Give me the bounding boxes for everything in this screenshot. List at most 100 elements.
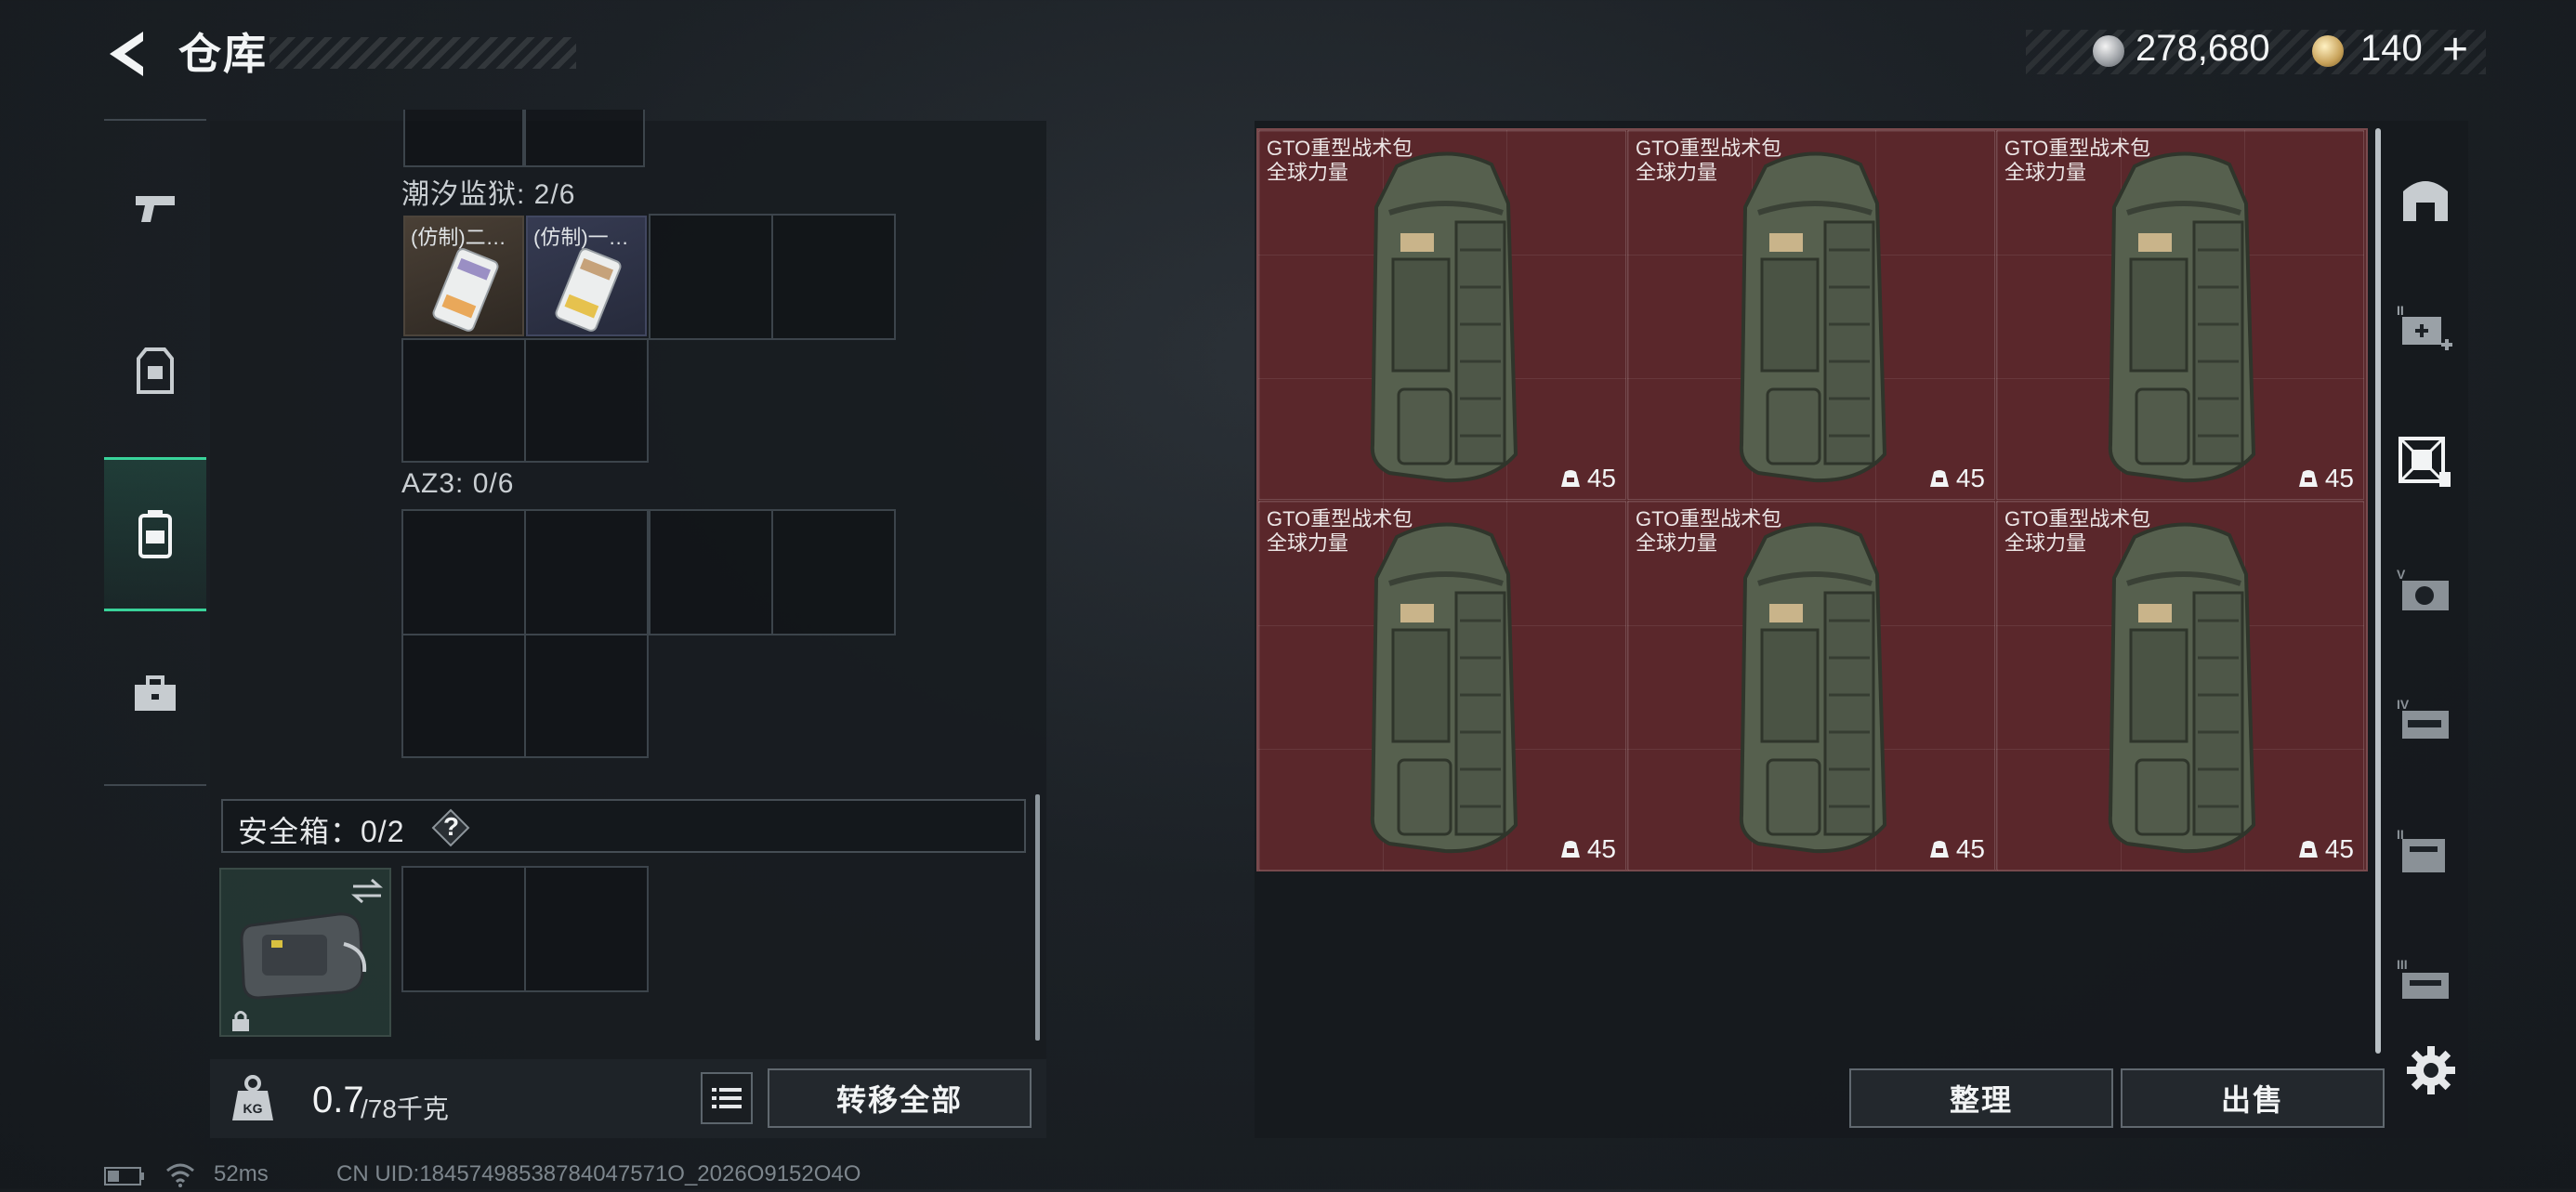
keycard-item-2[interactable]: (仿制)一…: [526, 216, 647, 336]
stash-tab-3[interactable]: II: [2388, 810, 2463, 894]
backpack-capacity-icon: [1560, 470, 1580, 487]
tab-armor[interactable]: [104, 320, 206, 422]
tab-backpacks[interactable]: [104, 457, 206, 611]
container-slot[interactable]: [401, 634, 526, 758]
container-slot[interactable]: [649, 214, 773, 340]
stash-1-icon: III: [2397, 957, 2449, 999]
backpack-capacity-icon: [2298, 841, 2318, 858]
weight-capacity: /78千克: [361, 1094, 449, 1123]
container-slot[interactable]: [771, 509, 896, 635]
tab-tools[interactable]: [104, 643, 206, 745]
storage-item-card[interactable]: GTO重型战术包 全球力量 45: [1258, 501, 1626, 871]
backpack-item-icon: [1370, 522, 1518, 854]
storage-scrollbar[interactable]: [2375, 128, 2381, 1054]
list-icon: [712, 1088, 742, 1108]
page-title: 仓库: [178, 30, 268, 78]
silver-balance: 278,680: [2136, 28, 2270, 69]
home-stash-icon: [2403, 181, 2448, 221]
tide-prison-label: 潮汐监狱: 2/6: [401, 179, 576, 210]
item-capacity: 45: [1586, 834, 1616, 863]
keycard-icon: [555, 248, 622, 332]
item-name: GTO重型战术包: [1636, 137, 1782, 160]
stash-tab-active[interactable]: [2388, 420, 2463, 504]
stash-5-icon: V: [2397, 567, 2449, 610]
safebox-case-slot[interactable]: [219, 868, 391, 1037]
backpack-item-icon: [1739, 151, 1887, 483]
stash-active-icon: [2399, 437, 2451, 487]
gear-icon: [2407, 1046, 2455, 1094]
help-mark: ?: [443, 812, 460, 841]
item-subtitle: 全球力量: [2004, 161, 2087, 184]
stash-4-icon: IV: [2397, 697, 2449, 739]
backpack-capacity-icon: [2298, 470, 2318, 487]
safebox-label: 安全箱：0/2: [238, 815, 405, 848]
add-gold-button[interactable]: +: [2442, 24, 2468, 75]
item-name: GTO重型战术包: [1267, 507, 1413, 531]
storage-item-card[interactable]: GTO重型战术包 全球力量 45: [1627, 130, 1995, 500]
keycard-item-1[interactable]: (仿制)二…: [403, 216, 524, 336]
item-capacity: 45: [1955, 834, 1985, 863]
settings-button[interactable]: [2405, 1044, 2457, 1096]
list-view-button[interactable]: [701, 1072, 753, 1124]
backpack-item-icon: [1739, 522, 1887, 854]
item-capacity: 45: [2324, 834, 2354, 863]
item-subtitle: 全球力量: [1267, 161, 1349, 184]
stash-tab-4[interactable]: IV: [2388, 680, 2463, 764]
storage-item-card[interactable]: GTO重型战术包 全球力量 45: [1996, 501, 2364, 871]
az3-label: AZ3: 0/6: [401, 468, 515, 499]
item-capacity: 45: [1586, 464, 1616, 492]
item-name: GTO重型战术包: [1636, 507, 1782, 531]
title-hatch-decoration: [269, 37, 576, 69]
svg-text:V: V: [2397, 567, 2406, 582]
item-capacity: 45: [1955, 464, 1985, 492]
container-slot[interactable]: [403, 110, 524, 167]
safebox-help-button[interactable]: ?: [431, 808, 470, 847]
backpack-capacity-icon: [1929, 841, 1949, 858]
container-slot[interactable]: [649, 509, 773, 635]
backpack-capacity-icon: [1929, 470, 1949, 487]
item-subtitle: 全球力量: [1636, 531, 1718, 555]
stash-3-icon: II: [2397, 827, 2445, 872]
backpack-capacity-icon: [1560, 841, 1580, 858]
stash-tab-2[interactable]: II: [2388, 286, 2463, 370]
storage-item-card[interactable]: GTO重型战术包 全球力量 45: [1996, 130, 2364, 500]
container-slot[interactable]: [524, 634, 649, 758]
svg-text:KG: KG: [243, 1101, 263, 1116]
stash-2-add-icon: II: [2397, 303, 2452, 350]
keycard-icon: [432, 248, 499, 332]
container-slot[interactable]: [401, 338, 526, 463]
item-subtitle: 全球力量: [1636, 161, 1718, 184]
safebox-case-icon: [240, 912, 367, 1000]
container-slot[interactable]: [524, 338, 649, 463]
stash-home-tab[interactable]: [2388, 158, 2463, 242]
sell-button[interactable]: 出售: [2121, 1068, 2385, 1128]
player-uid: CN UID:18457498538784047571O_2026O9152O4…: [336, 1161, 861, 1186]
swap-icon[interactable]: [349, 877, 385, 905]
item-subtitle: 全球力量: [1267, 531, 1349, 555]
tab-weapons[interactable]: [104, 156, 206, 258]
left-scrollbar[interactable]: [1035, 794, 1040, 1041]
container-slot[interactable]: [524, 110, 645, 167]
svg-text:II: II: [2397, 303, 2404, 318]
pistol-icon: [136, 196, 175, 222]
item-name: GTO重型战术包: [2004, 137, 2151, 160]
safebox-slot[interactable]: [524, 866, 649, 992]
item-capacity: 45: [2324, 464, 2354, 492]
item-name: GTO重型战术包: [1267, 137, 1413, 160]
back-button[interactable]: [102, 26, 158, 82]
battery-icon: [104, 1167, 145, 1185]
stash-tab-5[interactable]: V: [2388, 550, 2463, 634]
item-name: GTO重型战术包: [2004, 507, 2151, 531]
gold-coin-icon: [2312, 35, 2344, 67]
svg-text:III: III: [2397, 957, 2408, 972]
storage-item-card[interactable]: GTO重型战术包 全球力量 45: [1627, 501, 1995, 871]
container-slot[interactable]: [524, 509, 649, 635]
storage-item-card[interactable]: GTO重型战术包 全球力量 45: [1258, 130, 1626, 500]
wifi-icon: [165, 1161, 195, 1187]
container-slot[interactable]: [771, 214, 896, 340]
container-slot[interactable]: [401, 509, 526, 635]
safebox-slot[interactable]: [401, 866, 526, 992]
stash-tab-1[interactable]: III: [2388, 940, 2463, 1024]
sort-button[interactable]: 整理: [1849, 1068, 2113, 1128]
transfer-all-button[interactable]: 转移全部: [768, 1068, 1032, 1128]
